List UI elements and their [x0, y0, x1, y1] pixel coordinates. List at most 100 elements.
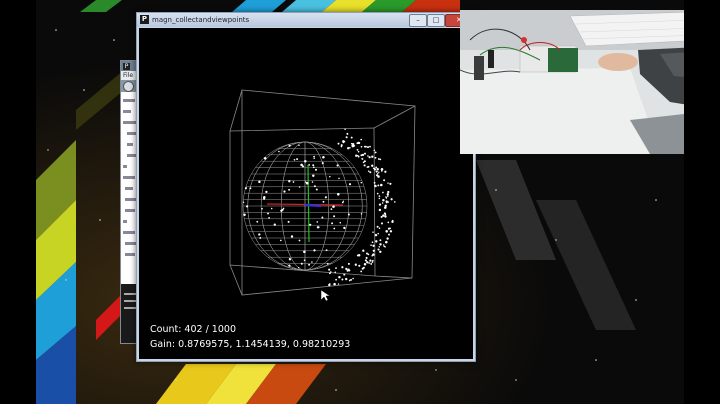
sample-point [283, 190, 286, 193]
sample-point [367, 170, 370, 172]
sample-point [370, 244, 372, 246]
sample-point [387, 190, 390, 194]
sample-point [325, 249, 328, 251]
sample-point [354, 263, 357, 266]
sample-point [385, 230, 388, 233]
sample-point [375, 240, 378, 243]
sample-point [377, 184, 380, 187]
sample-point [360, 154, 363, 157]
sample-point [350, 142, 353, 145]
sample-point [371, 164, 374, 167]
sample-point [308, 263, 311, 266]
sample-point [378, 208, 382, 212]
sample-point [366, 261, 369, 264]
sample-point [333, 215, 336, 218]
sample-point [372, 244, 375, 247]
sample-point [377, 248, 380, 251]
sketch-window[interactable]: P magn_collectandviewpoints – □ ✕ Count:… [136, 12, 476, 362]
minimize-button[interactable]: – [409, 14, 427, 27]
sample-point [265, 190, 268, 194]
run-icon[interactable] [123, 80, 134, 92]
sample-point [379, 250, 382, 254]
sample-point [376, 167, 379, 171]
sample-point [261, 207, 263, 210]
sample-point [383, 245, 385, 247]
sample-point [371, 261, 374, 263]
sample-point [378, 197, 381, 200]
sample-point [374, 184, 377, 187]
sample-point [329, 175, 331, 178]
sample-point [374, 156, 377, 159]
sample-point [321, 162, 324, 165]
sample-point [375, 166, 378, 169]
sample-point [352, 145, 354, 147]
sample-point [244, 187, 247, 190]
processing-app-icon: P [140, 15, 149, 24]
sample-point [383, 212, 386, 215]
sample-point [366, 166, 369, 168]
magnetometer-visualization [229, 89, 416, 302]
maximize-button[interactable]: □ [427, 14, 445, 27]
sample-points [242, 128, 396, 287]
sample-point [343, 140, 346, 143]
sketch-titlebar[interactable]: P magn_collectandviewpoints – □ ✕ [137, 13, 475, 27]
sample-point [370, 262, 373, 265]
sample-point [356, 154, 359, 157]
sample-point [339, 221, 342, 224]
sample-point [259, 236, 262, 239]
sample-point [381, 202, 384, 204]
sample-point [335, 267, 337, 269]
sample-point [333, 227, 336, 230]
sample-point [378, 246, 381, 248]
sample-point [379, 239, 382, 242]
sample-point [385, 197, 388, 199]
sample-point [288, 144, 291, 147]
sample-point [378, 203, 382, 206]
sample-point [336, 164, 339, 167]
sample-point [298, 144, 300, 147]
sample-point [311, 261, 313, 263]
sample-point [389, 230, 393, 233]
bounding-cube [229, 89, 416, 296]
sample-point [298, 239, 301, 242]
sample-point [366, 252, 368, 255]
sample-point [347, 262, 350, 265]
sketch-canvas[interactable]: Count: 402 / 1000 Gain: 0.8769575, 1.145… [139, 28, 473, 359]
sample-point [334, 271, 337, 274]
sample-point [368, 262, 370, 264]
sample-point [393, 201, 396, 203]
sample-point [338, 177, 340, 180]
sample-point [372, 259, 374, 262]
sample-point [313, 185, 316, 188]
sample-point [363, 164, 366, 167]
sample-point [343, 273, 346, 276]
sample-point [330, 271, 332, 273]
sample-point [256, 220, 259, 223]
sample-point [377, 173, 379, 175]
sample-point [367, 146, 369, 149]
sample-point [292, 181, 295, 183]
sample-point [326, 262, 329, 265]
sample-point [387, 221, 390, 224]
sample-point [386, 193, 389, 196]
letterbox-left [0, 0, 36, 404]
sample-point [387, 182, 389, 184]
sample-point [245, 205, 249, 208]
sample-point [348, 183, 352, 186]
sample-point [337, 283, 340, 285]
sample-point [242, 201, 245, 204]
sample-point [364, 145, 367, 148]
sample-point [347, 147, 350, 150]
sample-point [315, 188, 318, 191]
sample-point [345, 267, 348, 270]
sample-point [293, 158, 296, 161]
webcam-video-frame [460, 10, 684, 154]
sample-point [372, 231, 374, 233]
sample-point [357, 141, 361, 145]
sample-point [380, 183, 383, 187]
sample-point [380, 222, 384, 225]
gain-values: Gain: 0.8769575, 1.1454139, 0.98210293 [150, 339, 351, 350]
sample-point [330, 208, 333, 210]
sample-point [377, 158, 380, 160]
mouse-cursor-icon [320, 289, 331, 302]
